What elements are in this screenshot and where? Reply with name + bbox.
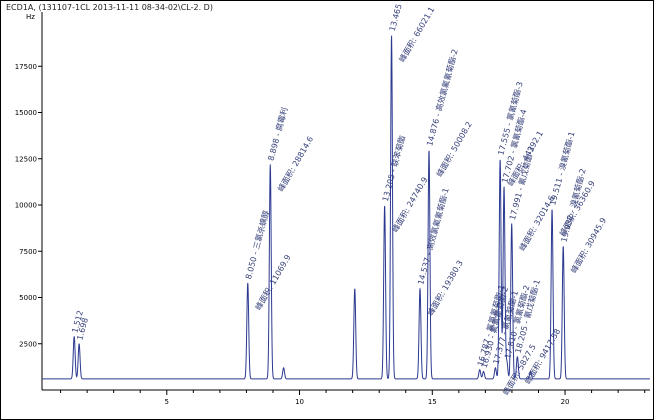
y-tick-label: 10000 [15, 202, 37, 210]
y-unit-label: Hz [26, 13, 35, 21]
axes: Hz 2500 5000 7500 10000 12500 15000 17500 5 10 15 2… [15, 12, 650, 406]
x-tick-label: 5 [165, 398, 169, 406]
peak-area-label: 峰面积: 19380.3 [425, 258, 465, 317]
signal-trace [42, 35, 650, 380]
peak-area-label: 峰面积: 32014.6 [517, 194, 557, 253]
peak-label: 8.050 - 三氯杀螨醇 [243, 209, 271, 280]
peak-area-label: 峰面积: 66021.1 [397, 5, 437, 64]
y-tick-label: 5000 [19, 294, 37, 302]
peak-label: 14.537 - 高效氯氟氰菊酯-1 [415, 187, 451, 286]
chromatogram-chart: Hz 2500 5000 7500 10000 12500 15000 17500 5 10 15 2… [15, 0, 650, 406]
peak-area-label: 峰面积: 50008.2 [434, 120, 474, 179]
peak-area-label: 峰面积: 11069.9 [253, 253, 293, 312]
peak-label: 14.876 - 高效氯氟氰菊酯-2 [424, 48, 460, 147]
y-tick-label: 2500 [19, 340, 37, 348]
peak-labels: 1.5121.6988.050 - 三氯杀螨醇8.898 - 腐霉利13.205… [70, 0, 608, 397]
peak-label: 13.465 - 甲氰菊酯 [387, 0, 414, 32]
y-tick-label: 15000 [15, 109, 37, 117]
y-tick-label: 12500 [15, 155, 37, 163]
peak-label: 13.205 - 联苯菊酯 [380, 134, 407, 202]
peak-area-label: 峰面积: 28814.6 [275, 134, 315, 193]
x-tick-label: 15 [428, 398, 437, 406]
peak-area-label: 峰面积: 24740.9 [390, 175, 430, 234]
y-tick-label: 7500 [19, 248, 37, 256]
peak-area-label: 峰面积: 30945.9 [568, 216, 608, 275]
y-tick-label: 17500 [15, 63, 37, 71]
x-tick-label: 10 [295, 398, 304, 406]
x-tick-label: 20 [561, 398, 570, 406]
peak-label: 8.898 - 腐霉利 [266, 106, 290, 162]
